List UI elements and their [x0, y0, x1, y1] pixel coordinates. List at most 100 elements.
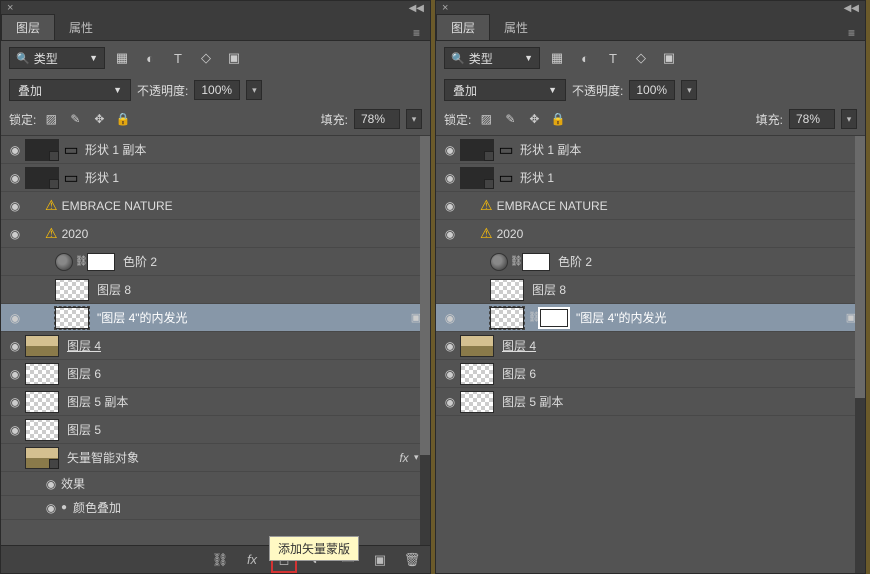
- blend-mode-select[interactable]: 叠加 ▼: [444, 79, 566, 101]
- fill-dropdown-icon[interactable]: ▾: [406, 109, 422, 129]
- layer-row[interactable]: ◉ 图层 5: [1, 416, 430, 444]
- visibility-icon[interactable]: ◉: [5, 420, 25, 440]
- filter-pixel-icon[interactable]: ▦: [548, 49, 566, 67]
- visibility-icon[interactable]: ◉: [5, 336, 25, 356]
- layer-row[interactable]: ◉ ⚠ 2020: [436, 220, 865, 248]
- fill-input[interactable]: 78%: [354, 109, 400, 129]
- visibility-icon[interactable]: ◉: [440, 224, 460, 244]
- blend-mode-select[interactable]: 叠加 ▼: [9, 79, 131, 101]
- layer-thumbnail[interactable]: [55, 279, 89, 301]
- lock-position-icon[interactable]: ✥: [90, 110, 108, 128]
- lock-transparency-icon[interactable]: ▨: [477, 110, 495, 128]
- layer-row[interactable]: ◉ ⚠ 2020: [1, 220, 430, 248]
- layer-row[interactable]: ◉ 图层 4: [1, 332, 430, 360]
- scrollbar[interactable]: [420, 136, 430, 545]
- vector-mask-thumbnail[interactable]: [540, 309, 568, 327]
- layer-row[interactable]: ◉ ▭ 形状 1 副本: [1, 136, 430, 164]
- layer-thumbnail[interactable]: [490, 307, 524, 329]
- visibility-icon[interactable]: ◉: [5, 224, 25, 244]
- filter-pixel-icon[interactable]: ▦: [113, 49, 131, 67]
- collapse-icon[interactable]: ◀◀: [409, 3, 424, 14]
- layer-row[interactable]: 图层 8: [436, 276, 865, 304]
- opacity-dropdown-icon[interactable]: ▾: [246, 80, 262, 100]
- delete-icon[interactable]: 🗑: [402, 550, 422, 570]
- layer-thumbnail[interactable]: [25, 139, 59, 161]
- visibility-icon[interactable]: ◉: [440, 392, 460, 412]
- mask-thumbnail[interactable]: [87, 253, 115, 271]
- layer-row[interactable]: ◉ ▭ 形状 1: [1, 164, 430, 192]
- visibility-icon[interactable]: ◉: [41, 501, 61, 515]
- fx-icon[interactable]: fx: [242, 550, 262, 570]
- lock-paint-icon[interactable]: ✎: [501, 110, 519, 128]
- layer-thumbnail[interactable]: [25, 419, 59, 441]
- visibility-icon[interactable]: ◉: [5, 308, 25, 328]
- layer-row[interactable]: ⛓ 色阶 2: [1, 248, 430, 276]
- layer-thumbnail[interactable]: [25, 447, 59, 469]
- lock-position-icon[interactable]: ✥: [525, 110, 543, 128]
- layer-thumbnail[interactable]: [55, 307, 89, 329]
- visibility-icon[interactable]: ◉: [5, 140, 25, 160]
- filter-shape-icon[interactable]: ◇: [197, 49, 215, 67]
- layer-thumbnail[interactable]: [25, 363, 59, 385]
- filter-smart-icon[interactable]: ▣: [225, 49, 243, 67]
- layer-row[interactable]: ◉ ⚠ EMBRACE NATURE: [1, 192, 430, 220]
- visibility-icon[interactable]: [440, 280, 460, 300]
- layer-row[interactable]: ◉ ⛓ "图层 4"的内发光 ▣: [436, 304, 865, 332]
- layer-thumbnail[interactable]: [490, 279, 524, 301]
- close-icon[interactable]: ×: [7, 2, 13, 14]
- vector-mask-icon[interactable]: ▭: [63, 142, 79, 158]
- visibility-icon[interactable]: ◉: [5, 196, 25, 216]
- visibility-icon[interactable]: ◉: [440, 364, 460, 384]
- layer-thumbnail[interactable]: [460, 335, 494, 357]
- visibility-icon[interactable]: ◉: [440, 196, 460, 216]
- layer-row[interactable]: ◉ "图层 4"的内发光 ▣: [1, 304, 430, 332]
- layer-row[interactable]: ◉ 图层 4: [436, 332, 865, 360]
- layer-thumbnail[interactable]: [460, 363, 494, 385]
- fill-input[interactable]: 78%: [789, 109, 835, 129]
- layer-row[interactable]: 图层 8: [1, 276, 430, 304]
- layer-row[interactable]: ◉ 图层 6: [436, 360, 865, 388]
- tab-layers[interactable]: 图层: [1, 14, 55, 40]
- layer-row[interactable]: ◉ ▭ 形状 1 副本: [436, 136, 865, 164]
- filter-type-select[interactable]: 🔍 类型 ▼: [444, 47, 540, 69]
- adjustment-icon[interactable]: [55, 253, 73, 271]
- layer-row[interactable]: ◉ ▭ 形状 1: [436, 164, 865, 192]
- layer-thumbnail[interactable]: [25, 335, 59, 357]
- opacity-input[interactable]: 100%: [629, 80, 675, 100]
- visibility-icon[interactable]: ◉: [5, 364, 25, 384]
- new-layer-icon[interactable]: ▣: [370, 550, 390, 570]
- lock-paint-icon[interactable]: ✎: [66, 110, 84, 128]
- visibility-icon[interactable]: ◉: [41, 477, 61, 491]
- layer-row[interactable]: 矢量智能对象 fx ▾: [1, 444, 430, 472]
- tab-properties[interactable]: 属性: [55, 14, 107, 40]
- visibility-icon[interactable]: ◉: [440, 140, 460, 160]
- vector-mask-icon[interactable]: ▭: [63, 170, 79, 186]
- collapse-icon[interactable]: ◀◀: [844, 3, 859, 14]
- visibility-icon[interactable]: [5, 448, 25, 468]
- lock-all-icon[interactable]: 🔒: [549, 110, 567, 128]
- visibility-icon[interactable]: [5, 280, 25, 300]
- layer-row[interactable]: ◉ 图层 5 副本: [436, 388, 865, 416]
- layer-thumbnail[interactable]: [460, 391, 494, 413]
- opacity-input[interactable]: 100%: [194, 80, 240, 100]
- visibility-icon[interactable]: ◉: [5, 392, 25, 412]
- opacity-dropdown-icon[interactable]: ▾: [681, 80, 697, 100]
- filter-type-icon[interactable]: T: [604, 49, 622, 67]
- layer-row[interactable]: ◉ 图层 6: [1, 360, 430, 388]
- layer-row[interactable]: ⛓ 色阶 2: [436, 248, 865, 276]
- filter-type-icon[interactable]: T: [169, 49, 187, 67]
- layer-thumbnail[interactable]: [460, 139, 494, 161]
- filter-smart-icon[interactable]: ▣: [660, 49, 678, 67]
- visibility-icon[interactable]: [5, 252, 25, 272]
- visibility-icon[interactable]: ◉: [440, 336, 460, 356]
- tab-layers[interactable]: 图层: [436, 14, 490, 40]
- fx-badge[interactable]: fx: [396, 450, 412, 466]
- panel-menu-icon[interactable]: ≡: [403, 26, 430, 40]
- visibility-icon[interactable]: ◉: [440, 168, 460, 188]
- layer-row[interactable]: ◉ ⚠ EMBRACE NATURE: [436, 192, 865, 220]
- close-icon[interactable]: ×: [442, 2, 448, 14]
- tab-properties[interactable]: 属性: [490, 14, 542, 40]
- layer-thumbnail[interactable]: [460, 167, 494, 189]
- filter-shape-icon[interactable]: ◇: [632, 49, 650, 67]
- fill-dropdown-icon[interactable]: ▾: [841, 109, 857, 129]
